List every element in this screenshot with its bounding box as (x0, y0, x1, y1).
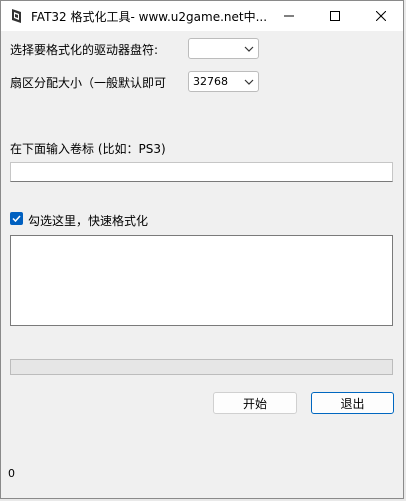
quick-format-label[interactable]: 勾选这里，快速格式化 (28, 212, 148, 229)
close-icon (376, 11, 386, 21)
volume-label-input[interactable] (10, 162, 393, 182)
chevron-down-icon (244, 79, 254, 85)
cluster-size-select[interactable]: 32768 (188, 71, 259, 92)
cluster-size-value: 32768 (193, 75, 228, 88)
maximize-icon (330, 11, 340, 21)
status-text: 0 (8, 467, 15, 480)
app-icon (12, 9, 21, 23)
check-icon (12, 215, 21, 223)
chevron-down-icon (244, 46, 254, 52)
cluster-size-label: 扇区分配大小（一般默认即可 (10, 76, 167, 90)
app-window: FAT32 格式化工具- www.u2game.net中... 选择要格式化的驱… (0, 0, 404, 499)
close-button[interactable] (358, 1, 404, 31)
minimize-button[interactable] (266, 1, 312, 31)
minimize-icon (284, 15, 294, 17)
log-textarea[interactable] (10, 235, 393, 326)
format-progress-bar (10, 359, 393, 375)
drive-select[interactable] (188, 38, 259, 59)
start-button[interactable]: 开始 (213, 392, 297, 414)
quick-format-checkbox[interactable] (10, 212, 23, 225)
volume-label-caption: 在下面输入卷标 (比如：PS3) (10, 142, 166, 156)
drive-label: 选择要格式化的驱动器盘符: (10, 43, 159, 57)
exit-button[interactable]: 退出 (311, 392, 394, 414)
window-title: FAT32 格式化工具- www.u2game.net中... (31, 10, 268, 24)
maximize-button[interactable] (312, 1, 358, 31)
title-bar[interactable]: FAT32 格式化工具- www.u2game.net中... (1, 1, 403, 31)
